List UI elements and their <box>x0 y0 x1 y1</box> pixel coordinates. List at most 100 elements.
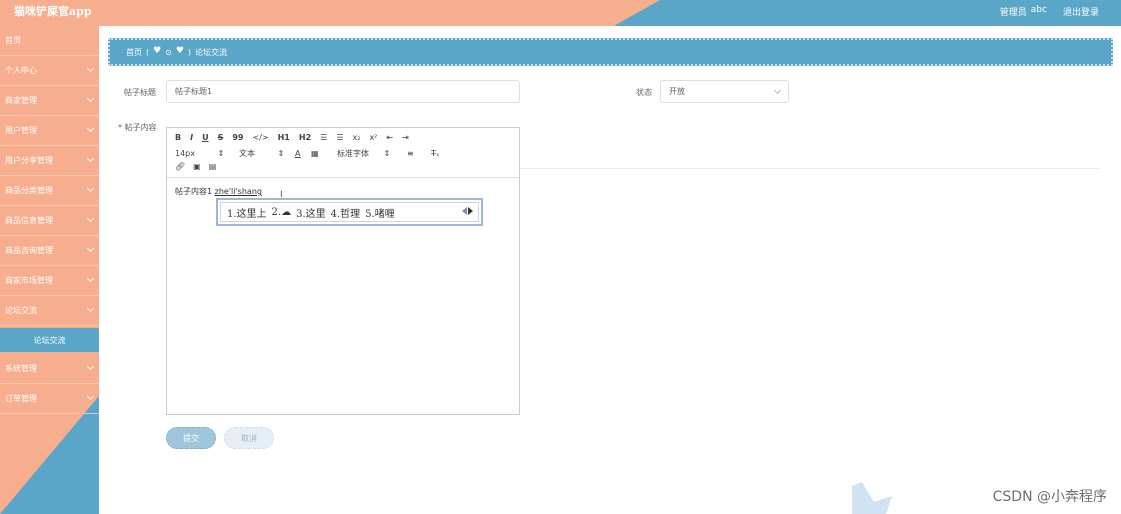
sidebar-item-after-0[interactable]: 系统管理 <box>0 354 99 384</box>
toolbar-row-3: 🔗︎ ▣ ▤ <box>175 162 216 171</box>
sidebar-item-8[interactable]: 商家市场管理 <box>0 266 99 296</box>
indent-button[interactable]: ⇥ <box>402 133 409 142</box>
select-arrows-icon: ⇕ <box>217 149 225 158</box>
status-select[interactable]: 开放 <box>660 80 789 103</box>
sidebar-subitem-active[interactable]: 论坛交流 <box>0 328 99 352</box>
video-icon[interactable]: ▤ <box>209 162 217 171</box>
breadcrumb: 首页 ( ⊙ ) 论坛交流 <box>108 38 1113 66</box>
title-input-value: 帖子标题1 <box>175 87 213 96</box>
text-type-select[interactable]: 文本 ⇕ <box>225 148 295 159</box>
ime-candidate-2[interactable]: 2.☁ <box>272 207 292 218</box>
sidebar-item-label: 商家市场管理 <box>5 276 53 285</box>
ime-candidate-1[interactable]: 1.这里上 <box>227 205 267 220</box>
sidebar-item-label: 商品咨询管理 <box>5 246 53 255</box>
code-button[interactable]: </> <box>253 133 269 142</box>
underline-button[interactable]: U <box>202 133 209 142</box>
ime-candidate-5[interactable]: 5.啫喱 <box>365 205 395 220</box>
toolbar-row-1: B I U S 99 </> H1 H2 ☰ ☰ x₂ x² ⇤ ⇥ <box>175 133 409 142</box>
select-arrows-icon: ⇕ <box>277 149 285 158</box>
paw-icon: ⊙ <box>165 47 172 57</box>
subscript-button[interactable]: x₂ <box>352 133 360 142</box>
sidebar-item-after-1[interactable]: 订单管理 <box>0 384 99 414</box>
content-label: * 帖子内容 <box>118 123 157 132</box>
chevron-down-icon <box>86 124 95 133</box>
status-select-value: 开放 <box>669 87 685 96</box>
status-label: 状态 <box>636 88 652 97</box>
editor-toolbar: B I U S 99 </> H1 H2 ☰ ☰ x₂ x² ⇤ ⇥ 14px … <box>167 128 519 178</box>
font-family-select[interactable]: 标准字体 ⇕ <box>337 148 407 159</box>
background-color-button[interactable]: ▦ <box>311 149 337 158</box>
sidebar-item-label: 商品分类管理 <box>5 186 53 195</box>
sidebar-item-label: 用户管理 <box>5 126 37 135</box>
title-input[interactable]: 帖子标题1 <box>166 80 520 103</box>
ime-candidate-4[interactable]: 4.哲理 <box>331 205 361 220</box>
sidebar-item-1[interactable]: 个人中心 <box>0 56 99 86</box>
font-family-value: 标准字体 <box>337 149 369 158</box>
cancel-button[interactable]: 取消 <box>224 427 274 449</box>
chevron-down-icon <box>86 244 95 253</box>
outdent-button[interactable]: ⇤ <box>386 133 393 142</box>
ime-page-nav <box>462 207 473 215</box>
chevron-down-icon <box>86 304 95 313</box>
sidebar-item-label: 系统管理 <box>5 364 37 373</box>
content-text: 帖子内容1 <box>175 187 213 196</box>
chevron-down-icon <box>86 392 95 401</box>
sidebar-item-label: 个人中心 <box>5 66 37 75</box>
submit-button[interactable]: 提交 <box>166 427 216 449</box>
sidebar-item-5[interactable]: 商品分类管理 <box>0 176 99 206</box>
chevron-down-icon <box>86 94 95 103</box>
chevron-down-icon <box>86 214 95 223</box>
user-role: 管理员 <box>999 8 1027 18</box>
logout-link[interactable]: 退出登录 <box>1063 5 1099 18</box>
bold-button[interactable]: B <box>175 133 181 142</box>
clear-format-icon[interactable]: T̶ₓ <box>431 149 439 158</box>
top-bar: 猫咪铲屎官app 管理员 abc 退出登录 <box>0 0 1121 26</box>
sidebar-item-label: 订单管理 <box>5 394 37 403</box>
sidebar-item-2[interactable]: 商家管理 <box>0 86 99 116</box>
next-page-icon[interactable] <box>468 207 473 215</box>
app-title: 猫咪铲屎官app <box>14 5 92 18</box>
sidebar: 首页个人中心商家管理用户管理用户分享管理 商品分类管理 商品信息管理 商品咨询管理 商家… <box>0 26 99 514</box>
superscript-button[interactable]: x² <box>369 133 377 142</box>
sidebar-item-label: 首页 <box>5 36 21 45</box>
quote-button[interactable]: 99 <box>232 133 243 142</box>
ime-composition-text: zhe'li'shang <box>214 187 262 196</box>
font-size-value: 14px <box>175 149 195 158</box>
rich-text-editor[interactable]: B I U S 99 </> H1 H2 ☰ ☰ x₂ x² ⇤ ⇥ 14px … <box>166 127 520 415</box>
ime-candidate-3[interactable]: 3.这里 <box>296 205 326 220</box>
sidebar-item-label: 用户分享管理 <box>5 156 53 165</box>
align-button[interactable]: ≡ <box>407 149 431 158</box>
breadcrumb-home[interactable]: 首页 <box>126 47 142 58</box>
sidebar-item-label: 商品信息管理 <box>5 216 53 225</box>
strike-button[interactable]: S <box>218 133 224 142</box>
font-size-select[interactable]: 14px ⇕ <box>175 149 225 158</box>
prev-page-icon[interactable] <box>462 207 467 215</box>
ime-candidate-list: 1.这里上 2.☁ 3.这里 4.哲理 5.啫喱 <box>220 202 479 222</box>
chevron-down-icon <box>86 274 95 283</box>
font-color-button[interactable]: A <box>295 149 311 158</box>
chevron-down-icon <box>773 86 782 95</box>
top-bar-salmon-shape <box>0 0 660 26</box>
sidebar-item-0[interactable]: 首页 <box>0 26 99 56</box>
h1-button[interactable]: H1 <box>278 133 290 142</box>
h2-button[interactable]: H2 <box>299 133 311 142</box>
image-icon[interactable]: ▣ <box>193 162 201 171</box>
csdn-watermark: CSDN @小奔程序 <box>992 489 1107 505</box>
link-icon[interactable]: 🔗︎ <box>175 162 185 171</box>
sidebar-item-3[interactable]: 用户管理 <box>0 116 99 146</box>
italic-button[interactable]: I <box>190 133 193 142</box>
editor-content[interactable]: 帖子内容1 zhe'li'shang <box>175 186 262 197</box>
bullet-list-button[interactable]: ☰ <box>336 133 343 142</box>
breadcrumb-separator: ( ⊙ ) <box>146 46 191 57</box>
ime-candidate-popup: 1.这里上 2.☁ 3.这里 4.哲理 5.啫喱 <box>216 198 483 226</box>
breadcrumb-current: 论坛交流 <box>194 47 227 57</box>
sidebar-item-7[interactable]: 商品咨询管理 <box>0 236 99 266</box>
sidebar-item-4[interactable]: 用户分享管理 <box>0 146 99 176</box>
sidebar-item-9[interactable]: 论坛交流 <box>0 296 99 326</box>
text-type-value: 文本 <box>239 149 255 158</box>
toolbar-row-2: 14px ⇕ 文本 ⇕ A ▦ 标准字体 ⇕ ≡ T̶ₓ <box>175 148 439 159</box>
sidebar-item-6[interactable]: 商品信息管理 <box>0 206 99 236</box>
chevron-down-icon <box>86 154 95 163</box>
username: abc <box>1030 5 1047 15</box>
ordered-list-button[interactable]: ☰ <box>320 133 327 142</box>
